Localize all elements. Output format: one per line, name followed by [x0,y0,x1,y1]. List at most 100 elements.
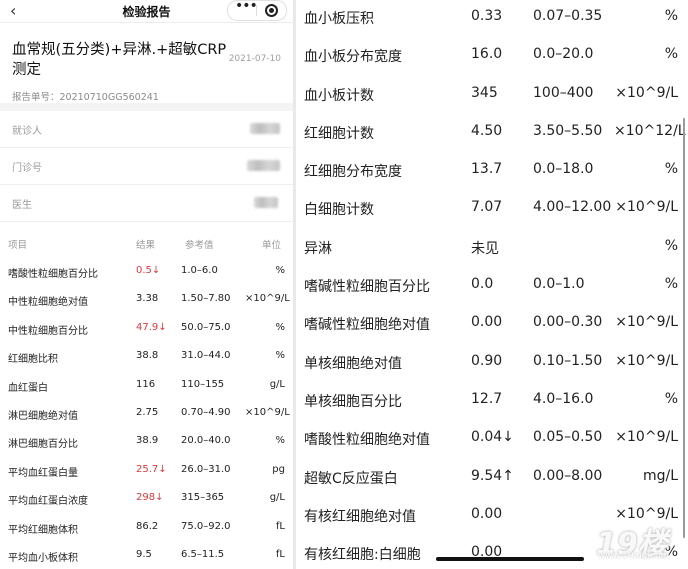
reference-range: 0.0–18.0 [533,161,594,178]
unit: % [275,350,285,362]
report-panel-right: 血小板压积 0.33 0.07–0.35% 血小板分布宽度 16.0 0.0–20.0% 血… [296,0,688,569]
result-value: 9.54↑ [471,467,514,484]
info-row-outpatient-no: 门诊号 [0,148,293,185]
reference-range: 0.0–1.0 [533,276,585,293]
result-value: 3.38 [136,293,159,305]
table-row: 血小板计数 345 100–400 ×10^9/L [296,77,688,115]
item-name: 平均红细胞体积 [8,524,78,536]
result-value: 86.2 [136,520,159,532]
result-value: 0.5↓ [136,265,161,276]
unit: % [275,435,285,447]
result-value: 38.9 [136,435,159,447]
result-value: 0.0 [471,276,494,293]
result-value: 38.8 [136,350,159,362]
reference-range: 0.05–0.50 [533,429,603,446]
result-value: 345 [471,84,498,101]
result-list-left: 嗜酸性粒细胞百分比 0.5↓ 1.0–6.0% 中性粒细胞绝对值 3.38 1.50–7.… [0,258,293,569]
reference-range: 1.0–6.0 [181,265,218,276]
unit: fL [275,548,285,560]
report-date: 2021-07-10 [228,54,281,64]
info-label: 就诊人 [12,126,42,137]
reference-range: 75.0–92.0 [181,520,231,532]
report-panel-left: ‹ 检验报告 ••• 血常规(五分类)+异淋.+超敏CRP测定 2021-07-… [0,0,293,569]
unit: ×10^9/L [615,84,678,101]
item-name: 淋巴细胞百分比 [8,439,78,451]
table-row: 血小板压积 0.33 0.07–0.35% [296,0,688,38]
table-row: 平均血小板体积 9.5 6.5–11.5 fL [0,542,293,569]
col-unit: 单位 [262,240,282,251]
item-name: 血红蛋白 [8,382,48,394]
result-value: 116 [136,378,156,390]
unit: ×10^9/L [615,352,678,369]
item-name: 平均血小板体积 [8,552,78,564]
redacted-value [250,123,280,134]
redacted-value [247,160,280,171]
result-value: 未见 [471,240,499,257]
reference-range: 6.5–11.5 [181,548,225,560]
unit: % [664,161,678,178]
capsule-divider [256,5,257,16]
col-item: 项目 [8,240,28,251]
unit: ×10^9/L [245,406,290,418]
table-row: 血小板分布宽度 16.0 0.0–20.0% [296,38,688,76]
section-gap [0,103,293,111]
close-target-icon[interactable] [265,4,278,17]
col-ref: 参考值 [185,240,214,251]
result-value: 2.75 [136,406,159,418]
item-name: 单核细胞百分比 [304,393,402,410]
table-row: 超敏C反应蛋白 9.54↑ 0.00–8.00 mg/L [296,460,688,498]
result-value: 0.33 [471,8,503,24]
reference-range: 3.50–5.50 [533,122,603,139]
table-row: 异淋 未见% [296,230,688,268]
result-value: 0.00 [471,505,503,522]
item-name: 异淋 [304,240,332,257]
item-name: 有核红细胞:白细胞 [304,547,421,564]
table-row: 平均血红蛋白浓度 298↓ 315–365 g/L [0,485,293,513]
result-value: 9.5 [136,548,152,560]
unit: g/L [269,492,285,504]
table-row: 单核细胞百分比 12.7 4.0–16.0% [296,383,688,421]
scrollbar[interactable] [683,118,685,538]
unit: % [664,46,678,63]
redacted-value [254,197,278,208]
unit: ×10^9/L [615,199,678,216]
result-value: 0.04↓ [471,429,514,446]
result-value: 25.7↓ [136,463,167,475]
item-name: 血小板压积 [304,11,374,27]
reference-range: 4.0–16.0 [533,390,594,407]
table-row: 淋巴细胞绝对值 2.75 0.70–4.90 ×10^9/L [0,400,293,428]
report-header: 血常规(五分类)+异淋.+超敏CRP测定 2021-07-10 报告单号：202… [0,23,293,103]
reference-range: 0.00–8.00 [533,467,603,484]
unit: pg [272,463,285,475]
unit: % [275,265,285,276]
table-row: 嗜碱性粒细胞绝对值 0.00 0.00–0.30 ×10^9/L [296,306,688,344]
unit: ×10^12/L [614,122,686,139]
result-list-right: 血小板压积 0.33 0.07–0.35% 血小板分布宽度 16.0 0.0–20.0% 血… [296,0,688,569]
unit: ×10^9/L [615,314,678,331]
reference-range: 26.0–31.0 [181,463,231,475]
table-header: 项目 结果 参考值 单位 [0,230,293,258]
result-value: 7.07 [471,199,503,216]
reference-range: 110–155 [181,378,225,390]
reference-range: 100–400 [533,84,594,101]
unit: % [664,8,678,24]
more-icon[interactable]: ••• [235,0,258,14]
item-name: 红细胞比积 [8,354,58,366]
home-indicator[interactable] [436,557,584,561]
unit: % [275,321,285,333]
item-name: 单核细胞绝对值 [304,355,402,372]
reference-range: 31.0–44.0 [181,350,231,362]
item-name: 白细胞计数 [304,202,374,219]
item-name: 平均血红蛋白量 [8,467,78,479]
table-row: 红细胞计数 4.50 3.50–5.50 ×10^12/L [296,115,688,153]
table-row: 嗜碱性粒细胞百分比 0.0 0.0–1.0% [296,268,688,306]
info-label: 门诊号 [12,163,42,174]
report-name: 血常规(五分类)+异淋.+超敏CRP测定 [12,42,227,78]
item-name: 嗜酸性粒细胞绝对值 [304,432,430,449]
table-row: 中性粒细胞绝对值 3.38 1.50–7.80 ×10^9/L [0,286,293,314]
result-value: 13.7 [471,161,503,178]
reference-range: 0.00–0.30 [533,314,603,331]
result-value: 4.50 [471,122,503,139]
table-row: 嗜酸性粒细胞绝对值 0.04↓ 0.05–0.50 ×10^9/L [296,421,688,459]
reference-range: 315–365 [181,492,225,504]
